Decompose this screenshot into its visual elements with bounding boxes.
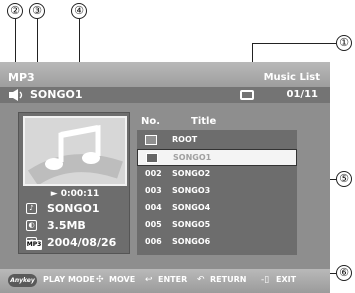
track-list: ROOT SONGO1 002 SONGO2 003 SONGO3 004 SO… (137, 130, 297, 255)
column-header-number: No. (141, 116, 161, 127)
row-title: ROOT (172, 135, 198, 144)
size-icon: ◐ (26, 220, 37, 231)
button-guide: Anykey PLAY MODE ✣ MOVE ↩ ENTER ↶ RETURN… (0, 269, 330, 293)
track-count: 01/11 (286, 89, 318, 100)
move-icon: ✣ (96, 275, 104, 285)
callout-6: ⑥ (336, 265, 352, 281)
return-icon: ↶ (197, 275, 205, 285)
callout-1-leader (252, 43, 336, 44)
return-hint: RETURN (210, 275, 247, 284)
exit-icon: -▯ (261, 275, 270, 285)
elapsed-time: ► 0:00:11 (50, 189, 100, 199)
exit-hint: EXIT (276, 275, 297, 284)
music-note-artwork (23, 116, 127, 186)
repeat-icon (240, 90, 254, 100)
music-file-icon (146, 153, 158, 163)
move-hint: MOVE (109, 275, 136, 284)
play-mode-hint: PLAY MODE (43, 275, 95, 284)
list-row-root[interactable]: ROOT (137, 132, 297, 149)
list-row-selected[interactable]: SONGO1 (137, 149, 297, 166)
row-number: 002 (145, 169, 162, 178)
callout-3: ③ (29, 3, 45, 19)
speaker-icon (9, 89, 23, 101)
now-playing-bar: SONGO1 01/11 (0, 87, 330, 103)
folder-icon (145, 135, 157, 145)
track-info-panel: ► 0:00:11 ♪ SONGO1 ◐ 3.5MB ◷ 2004/08/26 … (18, 112, 130, 254)
callout-5: ⑤ (336, 171, 352, 187)
row-number: 006 (145, 237, 162, 246)
enter-hint: ENTER (158, 275, 188, 284)
file-date: 2004/08/26 (47, 236, 117, 249)
music-file-icon: ♪ (26, 203, 37, 214)
file-size: 3.5MB (47, 219, 86, 232)
mode-title: MP3 (8, 71, 35, 84)
row-title: SONGO5 (172, 220, 211, 229)
enter-icon: ↩ (145, 275, 153, 285)
column-header-title: Title (191, 116, 217, 127)
list-row[interactable]: 002 SONGO2 (137, 166, 297, 183)
list-row[interactable]: 006 SONGO6 (137, 234, 297, 251)
row-title: SONGO1 (173, 153, 212, 162)
row-number: 004 (145, 203, 162, 212)
playing-title: SONGO1 (30, 88, 83, 101)
row-title: SONGO3 (172, 186, 211, 195)
osd-screen: MP3 Music List SONGO1 01/11 ► 0:00:11 ♪ … (0, 62, 330, 293)
row-number: 005 (145, 220, 162, 229)
list-row[interactable]: 003 SONGO3 (137, 183, 297, 200)
row-title: SONGO2 (172, 169, 211, 178)
callout-2: ② (7, 3, 23, 19)
anykey-button[interactable]: Anykey (8, 274, 37, 287)
list-row[interactable]: 004 SONGO4 (137, 200, 297, 217)
music-list-label: Music List (263, 72, 320, 83)
list-row[interactable]: 005 SONGO5 (137, 217, 297, 234)
callout-4: ④ (71, 3, 87, 19)
track-title: SONGO1 (47, 202, 100, 215)
mp3-format-badge: MP3 (26, 240, 42, 250)
row-number: 003 (145, 186, 162, 195)
callout-1: ① (336, 35, 352, 51)
music-note-icon (27, 124, 123, 184)
row-title: SONGO4 (172, 203, 211, 212)
row-title: SONGO6 (172, 237, 211, 246)
